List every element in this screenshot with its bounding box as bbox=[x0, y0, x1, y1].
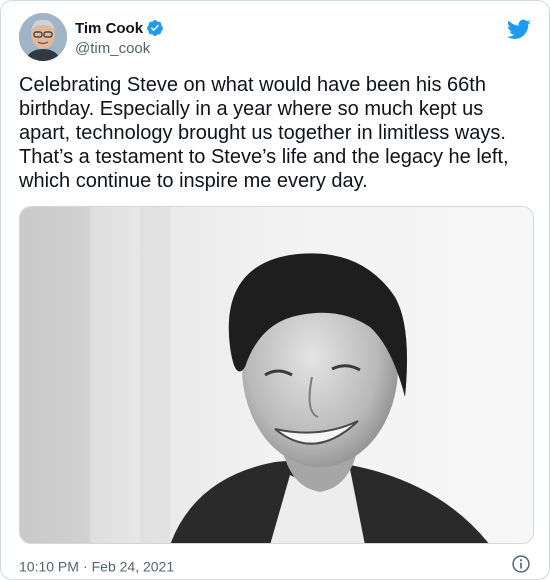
tweet-photo-image bbox=[20, 207, 533, 543]
author-handle[interactable]: @tim_cook bbox=[75, 40, 150, 57]
verified-badge-icon bbox=[146, 19, 164, 37]
tweet-date: Feb 24, 2021 bbox=[91, 558, 175, 575]
tweet-card: Tim Cook @tim_cook Celebrating Steve on … bbox=[0, 0, 550, 580]
tweet-photo[interactable] bbox=[19, 206, 534, 544]
avatar-image bbox=[19, 13, 67, 61]
author-name-row: Tim Cook bbox=[75, 19, 164, 37]
author-name[interactable]: Tim Cook bbox=[75, 20, 143, 37]
tweet-time: 10:10 PM bbox=[19, 558, 79, 575]
info-icon[interactable] bbox=[511, 554, 531, 574]
twitter-bird-icon[interactable] bbox=[507, 17, 531, 41]
tweet-text: Celebrating Steve on what would have bee… bbox=[19, 74, 509, 192]
tweet-timestamp[interactable]: 10:10 PM · Feb 24, 2021 bbox=[19, 557, 174, 574]
timestamp-separator: · bbox=[82, 558, 88, 575]
avatar[interactable] bbox=[19, 13, 67, 61]
